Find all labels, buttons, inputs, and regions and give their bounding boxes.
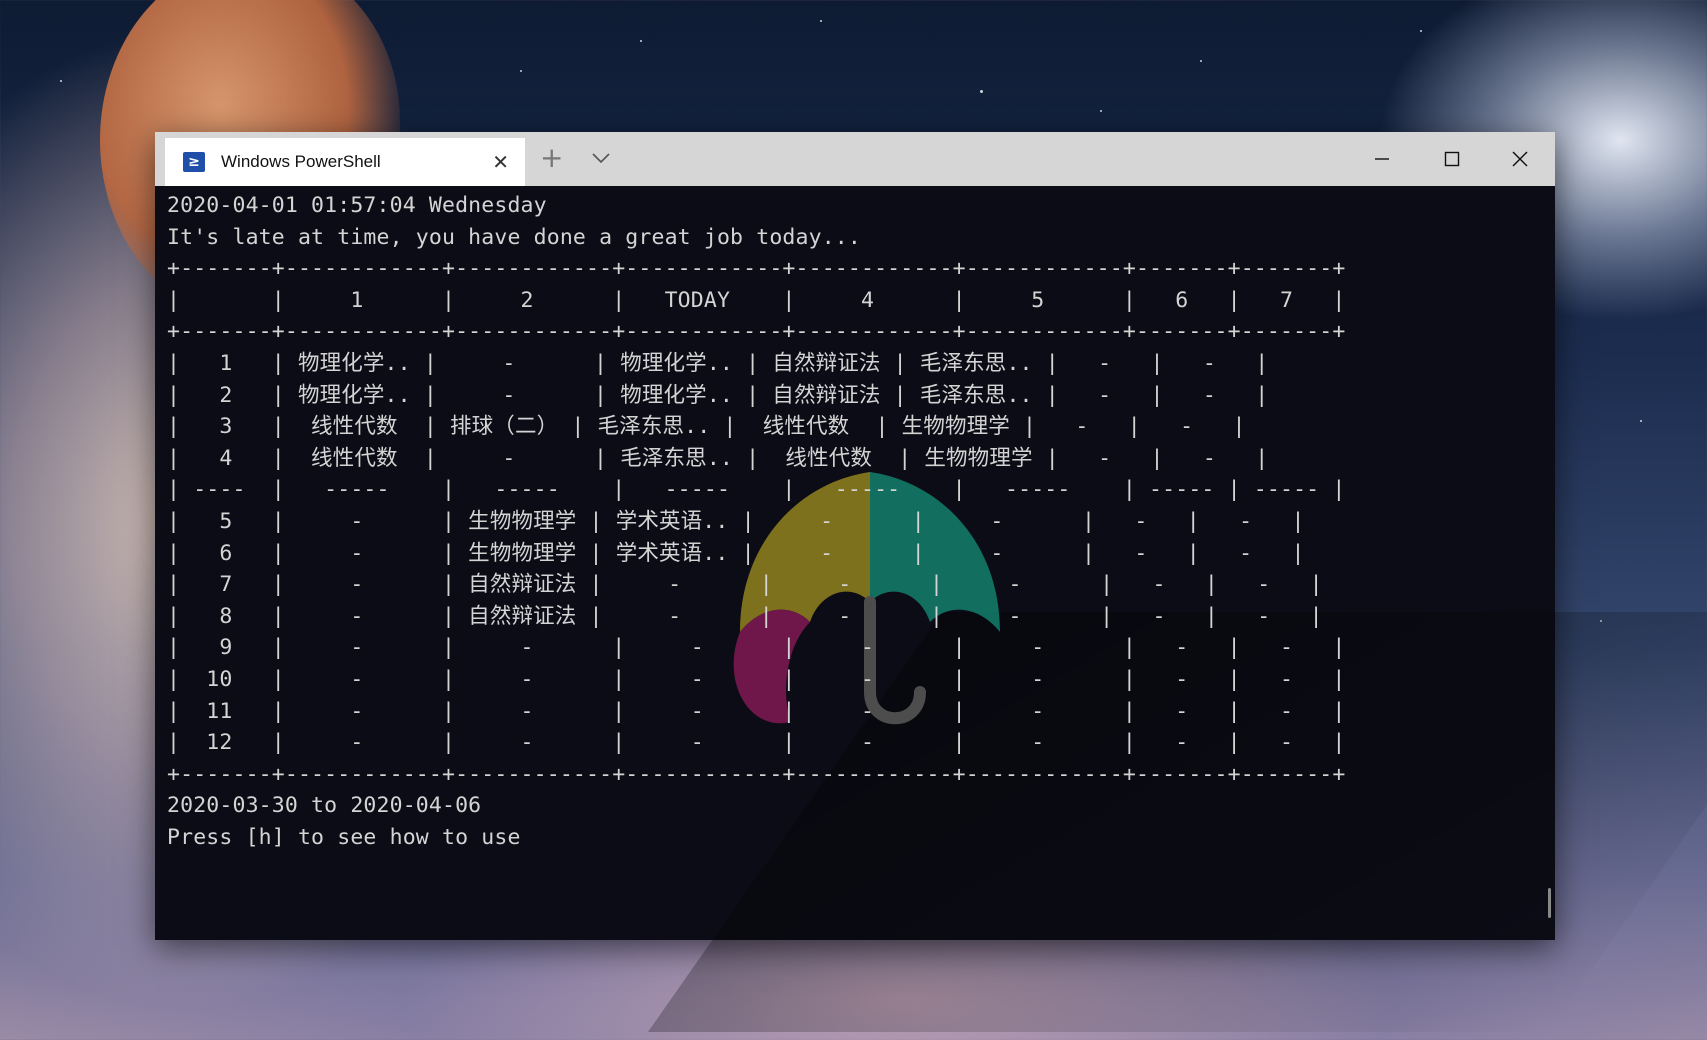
table-row: | 11 | - | - | - | - | - | - | - |	[167, 698, 1346, 724]
table-row: | 6 | - | 生物物理学 | 学术英语.. | - | - | - | -…	[167, 540, 1305, 566]
terminal-header-greeting: It's late at time, you have done a great…	[167, 224, 861, 250]
table-border: +-------+------------+------------+-----…	[167, 761, 1346, 787]
minimize-icon	[1375, 158, 1389, 160]
table-row: | 3 | 线性代数 | 排球（二） | 毛泽东思.. | 线性代数 | 生物物…	[167, 414, 1246, 440]
tab-windows-powershell[interactable]: ≥ Windows PowerShell ✕	[165, 138, 525, 186]
wallpaper-star	[820, 20, 822, 22]
table-row: | 9 | - | - | - | - | - | - | - |	[167, 635, 1346, 661]
terminal-output[interactable]: 2020-04-01 01:57:04 Wednesday It's late …	[167, 190, 1345, 853]
terminal-window[interactable]: ≥ Windows PowerShell ✕ + 2020-04-01 01:5…	[155, 132, 1707, 1032]
minimize-button[interactable]	[1347, 132, 1417, 186]
wallpaper-star	[980, 90, 983, 93]
table-row: | 10 | - | - | - | - | - | - | - |	[167, 666, 1346, 692]
table-row: | 1 | 物理化学.. | - | 物理化学.. | 自然辩证法 | 毛泽东思…	[167, 350, 1269, 376]
tab-dropdown-button[interactable]	[587, 144, 615, 172]
table-row: | 4 | 线性代数 | - | 毛泽东思.. | 线性代数 | 生物物理学 |…	[167, 445, 1269, 471]
tab-title: Windows PowerShell	[221, 152, 381, 171]
wallpaper-star	[520, 70, 522, 72]
table-border: +-------+------------+------------+-----…	[167, 256, 1346, 282]
wallpaper-star	[1200, 60, 1202, 62]
close-icon	[1512, 151, 1528, 167]
wallpaper-star	[60, 80, 62, 82]
wallpaper-star	[1640, 420, 1642, 422]
powershell-icon: ≥	[183, 152, 205, 172]
new-tab-button[interactable]: +	[540, 142, 563, 174]
table-row: | ---- | ----- | ----- | ----- | ----- |…	[167, 477, 1346, 503]
chevron-down-icon	[592, 153, 610, 164]
maximize-icon	[1444, 151, 1460, 167]
table-row: | 2 | 物理化学.. | - | 物理化学.. | 自然辩证法 | 毛泽东思…	[167, 382, 1269, 408]
table-row: | 7 | - | 自然辩证法 | - | - | - | - | - |	[167, 572, 1323, 598]
close-window-button[interactable]	[1485, 132, 1555, 186]
maximize-button[interactable]	[1417, 132, 1487, 186]
wallpaper-star	[1100, 110, 1102, 112]
table-border: +-------+------------+------------+-----…	[167, 319, 1346, 345]
table-header-row: | | 1 | 2 | TODAY | 4 | 5 | 6 | 7 |	[167, 287, 1346, 313]
terminal-scrollbar[interactable]	[1548, 888, 1551, 918]
table-row: | 8 | - | 自然辩证法 | - | - | - | - | - |	[167, 603, 1323, 629]
wallpaper-star	[1420, 30, 1422, 32]
terminal-footer-help: Press [h] to see how to use	[167, 824, 521, 850]
table-row: | 12 | - | - | - | - | - | - | - |	[167, 730, 1346, 756]
terminal-footer-range: 2020-03-30 to 2020-04-06	[167, 793, 482, 819]
terminal-header-date: 2020-04-01 01:57:04 Wednesday	[167, 193, 547, 218]
table-row: | 5 | - | 生物物理学 | 学术英语.. | - | - | - | -…	[167, 508, 1305, 534]
wallpaper-star	[640, 40, 642, 42]
schedule-table: +-------+------------+------------+-----…	[167, 256, 1345, 787]
close-tab-button[interactable]: ✕	[492, 150, 509, 174]
title-bar[interactable]: ≥ Windows PowerShell ✕ +	[155, 132, 1555, 186]
